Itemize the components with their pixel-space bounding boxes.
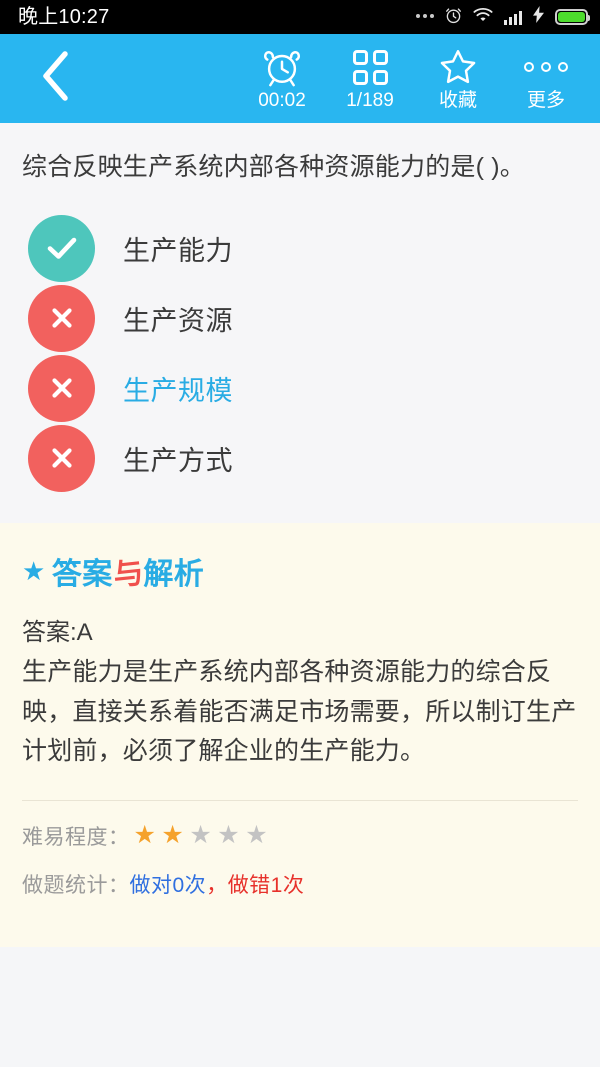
cross-icon (28, 284, 95, 352)
answer-key: 答案:A (22, 619, 93, 647)
option-row[interactable]: 生产能力 (22, 213, 578, 283)
star-outline-icon (437, 44, 479, 90)
status-clock: 晚上10:27 (18, 6, 110, 28)
difficulty-stars: ★ ★ ★ ★ ★ (134, 823, 269, 848)
charging-icon (533, 6, 544, 28)
answer-panel: ★ 答案 与 解析 答案:A 生产能力是生产系统内部各种资源能力的综合反映，直接… (0, 523, 600, 947)
favorite-label: 收藏 (438, 90, 477, 111)
option-label: 生产方式 (123, 445, 233, 476)
difficulty-row: 难易程度： ★ ★ ★ ★ ★ (22, 821, 578, 851)
option-row[interactable]: 生产资源 (22, 283, 578, 353)
statistics-wrong: 做错1次 (227, 873, 305, 897)
header-actions: 00:02 1/189 收藏 更多 (238, 34, 600, 123)
timer-button[interactable]: 00:02 (238, 34, 326, 110)
status-icon-group (416, 6, 590, 29)
wifi-icon (473, 7, 493, 27)
question-list-button[interactable]: 1/189 (326, 34, 414, 110)
question-progress-label: 1/189 (346, 90, 394, 111)
difficulty-label: 难易程度： (22, 825, 130, 849)
more-button[interactable]: 更多 (502, 34, 590, 110)
app-root: 晚上10:27 00:02 1/189 收藏 更多 综合反映生产系统内部各种资源… (0, 0, 600, 1067)
panel-divider (22, 799, 578, 801)
star-icon-empty: ★ (189, 821, 213, 850)
more-label: 更多 (526, 90, 565, 111)
back-button[interactable] (0, 34, 110, 123)
statistics-correct: 做对0次 (129, 873, 207, 897)
chevron-left-icon (38, 50, 72, 107)
more-horizontal-icon (524, 44, 568, 90)
answer-heading: ★ 答案 与 解析 (22, 549, 578, 593)
answer-heading-part1: 答案 (51, 558, 113, 592)
answer-explanation: 生产能力是生产系统内部各种资源能力的综合反映，直接关系着能否满足市场需要，所以制… (22, 658, 577, 766)
cross-icon (28, 354, 95, 422)
star-icon: ★ (22, 556, 46, 587)
star-icon-empty: ★ (245, 821, 269, 850)
check-icon (28, 214, 95, 282)
statistics-label: 做题统计： (22, 873, 130, 897)
option-list: 生产能力 生产资源 生产规模 生产方式 (22, 213, 578, 523)
answer-heading-part2: 与 (111, 556, 146, 593)
battery-icon (555, 9, 590, 25)
favorite-button[interactable]: 收藏 (414, 34, 502, 110)
star-icon-filled: ★ (161, 821, 185, 850)
grid-icon (352, 44, 388, 90)
status-bar: 晚上10:27 (0, 0, 600, 34)
statistics-separator: ， (206, 873, 228, 897)
option-row[interactable]: 生产方式 (22, 423, 578, 493)
cross-icon (28, 424, 95, 492)
option-label: 生产能力 (123, 235, 233, 266)
header-spacer (110, 34, 238, 123)
question-area: 综合反映生产系统内部各种资源能力的是( )。 生产能力 生产资源 生产规模 生产… (0, 123, 600, 524)
star-icon-filled: ★ (133, 821, 157, 850)
timer-label: 00:02 (258, 90, 306, 111)
statistics-row: 做题统计： 做对0次 ， 做错1次 (22, 869, 578, 899)
question-text: 综合反映生产系统内部各种资源能力的是( )。 (22, 153, 525, 181)
app-header: 00:02 1/189 收藏 更多 (0, 34, 600, 123)
signal-icon (504, 10, 522, 25)
more-dots-icon (416, 14, 434, 20)
alarm-clock-icon (261, 44, 303, 90)
option-label-selected: 生产规模 (123, 375, 233, 406)
alarm-icon (445, 6, 462, 29)
option-label: 生产资源 (123, 305, 233, 336)
option-row[interactable]: 生产规模 (22, 353, 578, 423)
star-icon-empty: ★ (217, 821, 241, 850)
page-background-filler (0, 946, 600, 1067)
answer-heading-part3: 解析 (143, 558, 205, 592)
